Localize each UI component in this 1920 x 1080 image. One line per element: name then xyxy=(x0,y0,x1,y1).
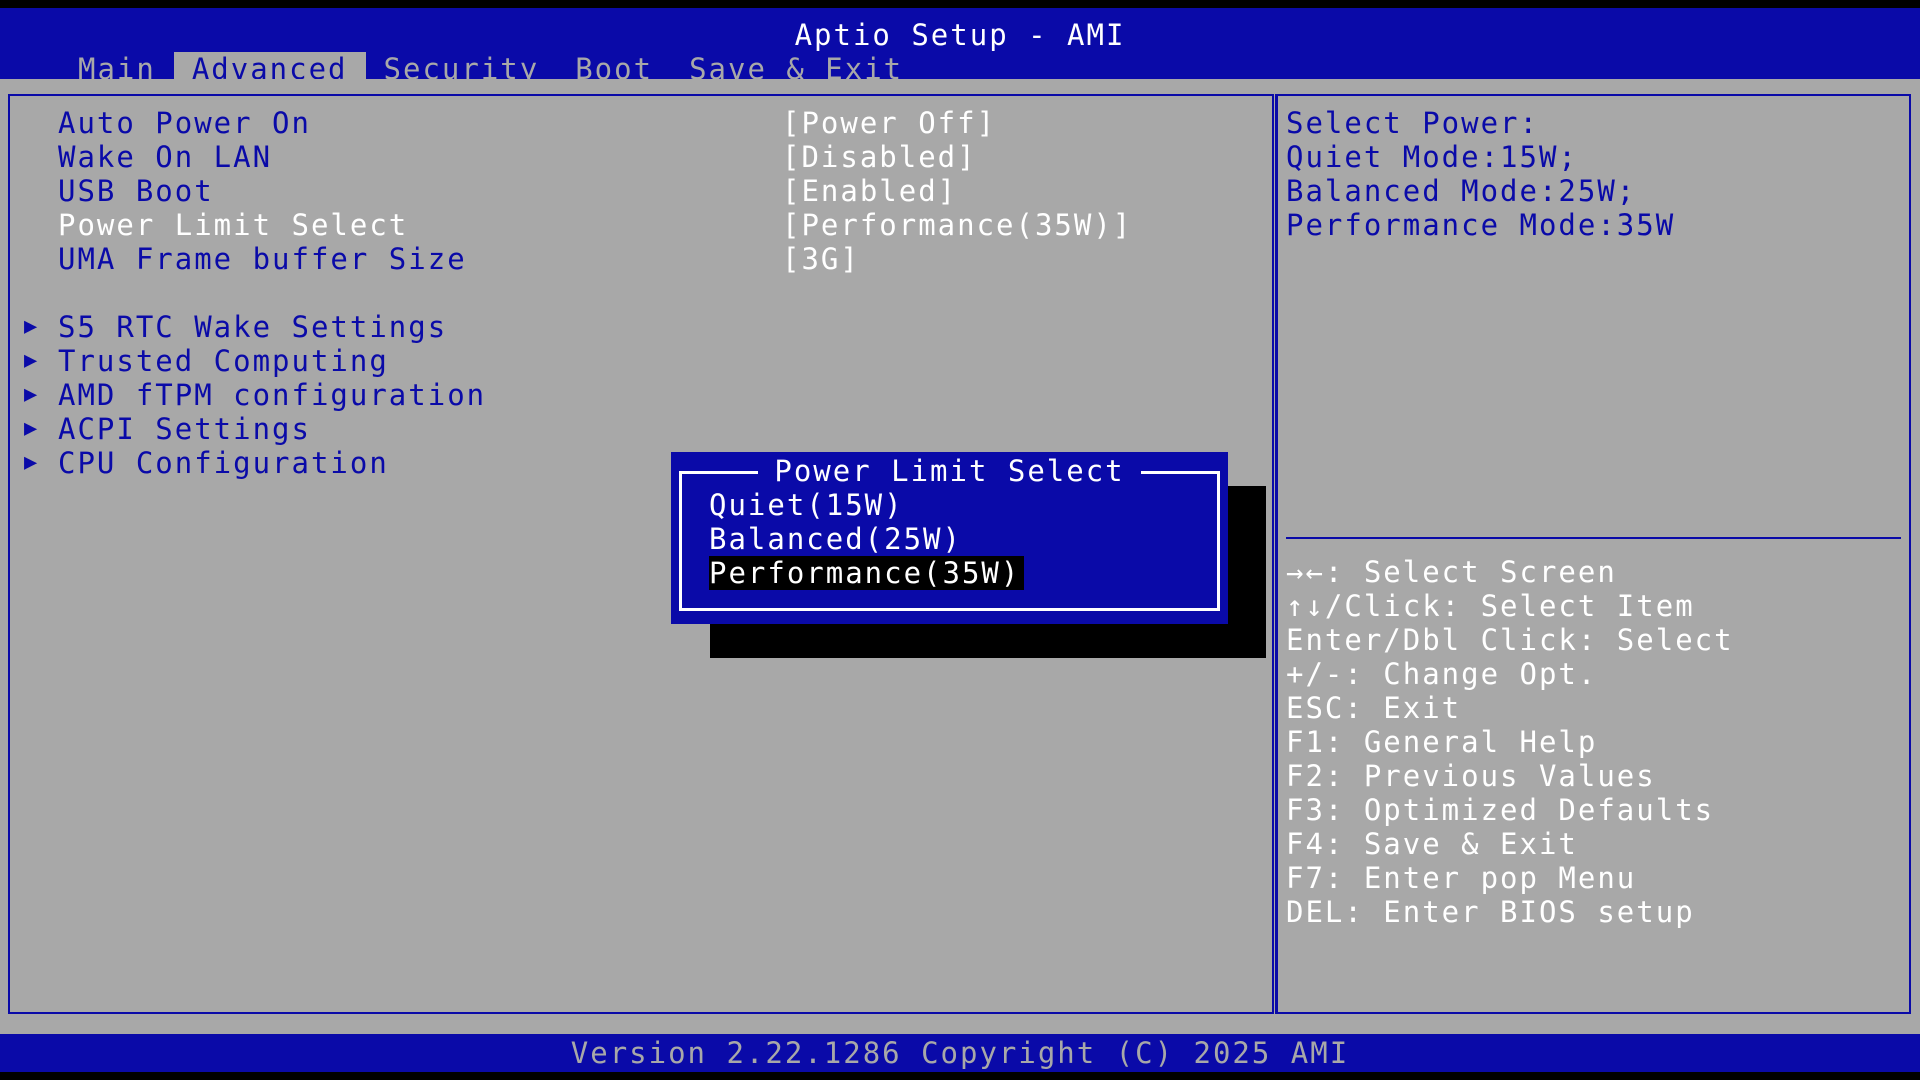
triangle-right-icon: ▶ xyxy=(24,348,40,373)
title-bar: Aptio Setup - AMI Main Advanced Security… xyxy=(0,8,1920,86)
footer-bar: Version 2.22.1286 Copyright (C) 2025 AMI xyxy=(0,1034,1920,1072)
popup-option-quiet[interactable]: Quiet(15W) xyxy=(709,488,904,522)
setting-label: UMA Frame buffer Size xyxy=(58,242,467,276)
key-hint-previous-values: F2: Previous Values xyxy=(1286,759,1656,793)
setting-label: Power Limit Select xyxy=(58,208,409,242)
key-hint-exit: ESC: Exit xyxy=(1286,691,1462,725)
setting-label: Wake On LAN xyxy=(58,140,273,174)
popup-title: Power Limit Select xyxy=(671,454,1228,488)
triangle-right-icon: ▶ xyxy=(24,450,40,475)
key-hint-bios-setup: DEL: Enter BIOS setup xyxy=(1286,895,1695,929)
setting-label: USB Boot xyxy=(58,174,214,208)
key-hint-general-help: F1: General Help xyxy=(1286,725,1598,759)
key-hint-select-item: ↑↓/Click: Select Item xyxy=(1286,589,1695,623)
submenu-label: ACPI Settings xyxy=(58,412,311,446)
submenu-label: S5 RTC Wake Settings xyxy=(58,310,448,344)
triangle-right-icon: ▶ xyxy=(24,382,40,407)
triangle-right-icon: ▶ xyxy=(24,416,40,441)
submenu-amd-ftpm-configuration[interactable]: ▶ AMD fTPM configuration xyxy=(10,378,1272,412)
setting-uma-frame-buffer-size[interactable]: UMA Frame buffer Size [3G] xyxy=(10,242,1272,276)
setting-value[interactable]: [Performance(35W)] xyxy=(782,208,1132,242)
setting-value[interactable]: [3G] xyxy=(782,242,860,276)
setting-value[interactable]: [Disabled] xyxy=(782,140,977,174)
version-text: Version 2.22.1286 Copyright (C) 2025 AMI xyxy=(570,1036,1350,1070)
help-divider xyxy=(1286,537,1901,539)
key-hint-pop-menu: F7: Enter pop Menu xyxy=(1286,861,1637,895)
setting-label: Auto Power On xyxy=(58,106,311,140)
bios-screen: Aptio Setup - AMI Main Advanced Security… xyxy=(0,0,1920,1080)
submenu-s5-rtc-wake-settings[interactable]: ▶ S5 RTC Wake Settings xyxy=(10,310,1272,344)
key-hint-select: Enter/Dbl Click: Select xyxy=(1286,623,1734,657)
setting-usb-boot[interactable]: USB Boot [Enabled] xyxy=(10,174,1272,208)
setting-power-limit-select[interactable]: Power Limit Select [Performance(35W)] xyxy=(10,208,1272,242)
triangle-right-icon: ▶ xyxy=(24,314,40,339)
submenu-label: Trusted Computing xyxy=(58,344,389,378)
submenu-label: CPU Configuration xyxy=(58,446,389,480)
key-hint-change-opt: +/-: Change Opt. xyxy=(1286,657,1598,691)
setting-wake-on-lan[interactable]: Wake On LAN [Disabled] xyxy=(10,140,1272,174)
help-text-line: Performance Mode:35W xyxy=(1286,208,1676,242)
popup-option-performance[interactable]: Performance(35W) xyxy=(709,556,1025,590)
popup-option-balanced[interactable]: Balanced(25W) xyxy=(709,522,962,556)
setting-value[interactable]: [Power Off] xyxy=(782,106,996,140)
help-text-line: Quiet Mode:15W; xyxy=(1286,140,1578,174)
help-text-line: Balanced Mode:25W; xyxy=(1286,174,1637,208)
popup-title-text: Power Limit Select xyxy=(758,454,1141,488)
help-text-line: Select Power: xyxy=(1286,106,1539,140)
setting-auto-power-on[interactable]: Auto Power On [Power Off] xyxy=(10,106,1272,140)
key-hint-select-screen: →←: Select Screen xyxy=(1286,555,1617,589)
power-limit-popup: Power Limit Select Quiet(15W) Balanced(2… xyxy=(671,452,1228,624)
submenu-trusted-computing[interactable]: ▶ Trusted Computing xyxy=(10,344,1272,378)
setting-value[interactable]: [Enabled] xyxy=(782,174,957,208)
key-hint-save-exit: F4: Save & Exit xyxy=(1286,827,1578,861)
submenu-label: AMD fTPM configuration xyxy=(58,378,487,412)
app-title: Aptio Setup - AMI xyxy=(794,18,1126,52)
submenu-acpi-settings[interactable]: ▶ ACPI Settings xyxy=(10,412,1272,446)
key-hint-optimized-defaults: F3: Optimized Defaults xyxy=(1286,793,1715,827)
